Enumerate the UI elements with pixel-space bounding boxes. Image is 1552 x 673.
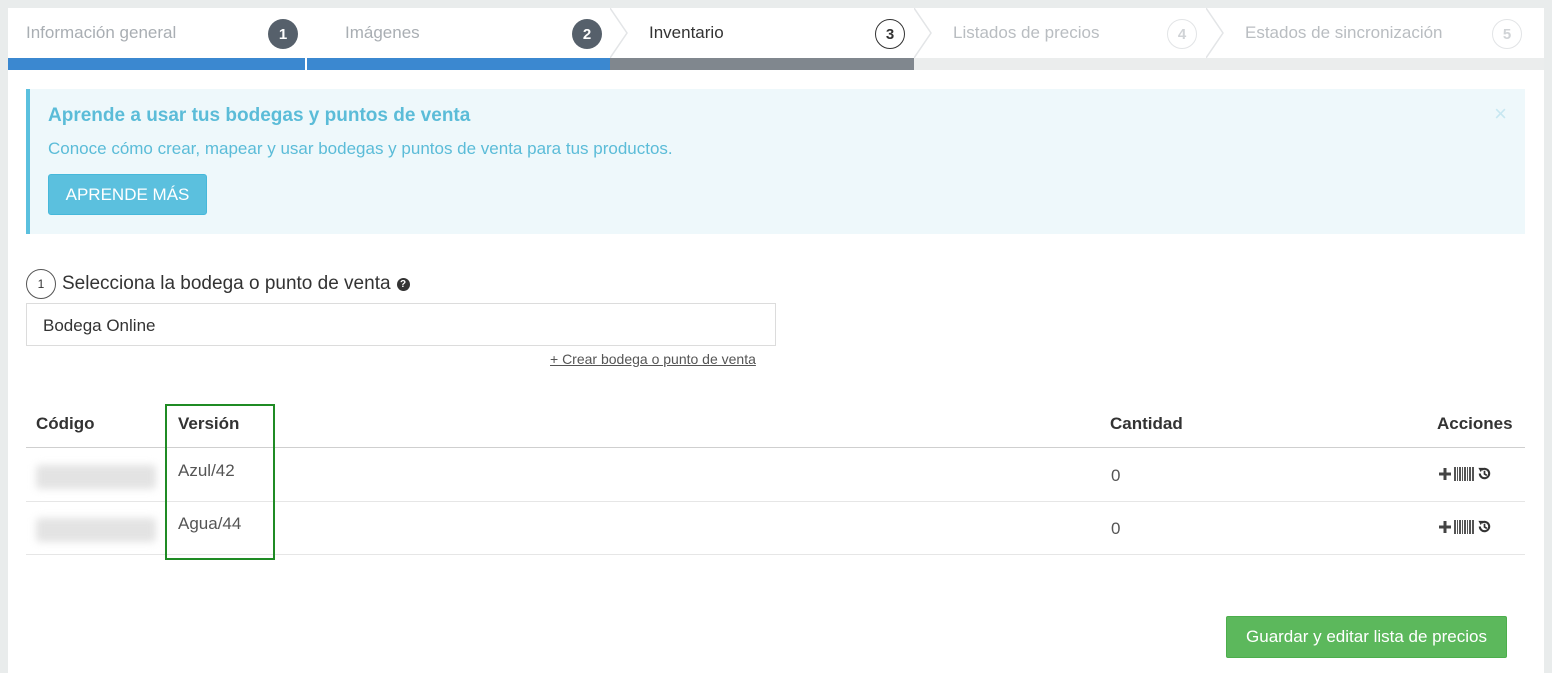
warehouse-selected-value: Bodega Online (43, 316, 156, 335)
warehouse-select[interactable]: Bodega Online (26, 303, 776, 346)
progress-bar-done (8, 58, 305, 70)
wizard-steps: Información general 1 Imágenes 2 Inventa… (8, 8, 1544, 70)
wizard-step-general[interactable]: Información general 1 (8, 8, 314, 58)
quantity-cell: 0 (1111, 466, 1121, 485)
version-cell: Azul/42 (178, 461, 235, 480)
wizard-step-number: 2 (572, 19, 602, 49)
row-actions (1439, 519, 1492, 534)
create-warehouse-link[interactable]: + Crear bodega o punto de venta (550, 351, 756, 367)
wizard-step-label: Inventario (649, 23, 724, 42)
quantity-cell: 0 (1111, 519, 1121, 538)
wizard-step-images[interactable]: Imágenes 2 (314, 8, 620, 58)
save-and-edit-price-list-button[interactable]: Guardar y editar lista de precios (1226, 616, 1507, 658)
wizard-step-label: Imágenes (345, 23, 420, 42)
wizard-step-label: Información general (26, 23, 177, 42)
wizard-step-number: 5 (1492, 19, 1522, 49)
alert-description: Conoce cómo crear, mapear y usar bodegas… (48, 139, 673, 158)
progress-bar-done (307, 58, 610, 70)
alert-title: Aprende a usar tus bodegas y puntos de v… (48, 105, 471, 126)
plus-icon[interactable] (1439, 520, 1451, 533)
progress-bar-current (610, 58, 914, 70)
warehouse-label: Selecciona la bodega o punto de venta (62, 273, 391, 294)
step-number-badge: 1 (26, 269, 56, 299)
wizard-step-number: 4 (1167, 19, 1197, 49)
learn-more-button[interactable]: APRENDE MÁS (48, 174, 207, 215)
row-actions (1439, 466, 1492, 481)
warehouse-label-row: 1 Selecciona la bodega o punto de venta … (26, 268, 410, 300)
info-alert: Aprende a usar tus bodegas y puntos de v… (26, 89, 1525, 234)
history-icon[interactable] (1477, 466, 1492, 481)
wizard-step-label: Estados de sincronización (1245, 23, 1443, 42)
wizard-step-number: 3 (875, 19, 905, 49)
question-circle-icon[interactable]: ? (396, 277, 410, 291)
redacted-code (36, 518, 156, 542)
column-header-code: Código (36, 414, 95, 433)
table-row: Azul/42 0 (26, 448, 1525, 502)
wizard-step-price-lists[interactable]: Listados de precios 4 (926, 8, 1232, 58)
wizard-step-number: 1 (268, 19, 298, 49)
history-icon[interactable] (1477, 519, 1492, 534)
barcode-icon[interactable] (1454, 466, 1474, 481)
plus-icon[interactable] (1439, 467, 1451, 480)
progress-bar-future (914, 58, 1544, 70)
column-header-actions: Acciones (1437, 414, 1513, 433)
column-header-quantity: Cantidad (1110, 414, 1183, 433)
main-content: Aprende a usar tus bodegas y puntos de v… (8, 70, 1544, 673)
close-icon[interactable]: × (1494, 101, 1507, 127)
barcode-icon[interactable] (1454, 519, 1474, 534)
wizard-step-label: Listados de precios (953, 23, 1100, 42)
wizard-step-list: Información general 1 Imágenes 2 Inventa… (8, 8, 1544, 58)
redacted-code (36, 465, 156, 489)
wizard-step-inventory[interactable]: Inventario 3 (620, 8, 926, 58)
wizard-step-sync-status[interactable]: Estados de sincronización 5 (1218, 8, 1544, 58)
column-header-version: Versión (178, 414, 240, 433)
version-cell: Agua/44 (178, 514, 242, 533)
table-row: Agua/44 0 (26, 501, 1525, 555)
